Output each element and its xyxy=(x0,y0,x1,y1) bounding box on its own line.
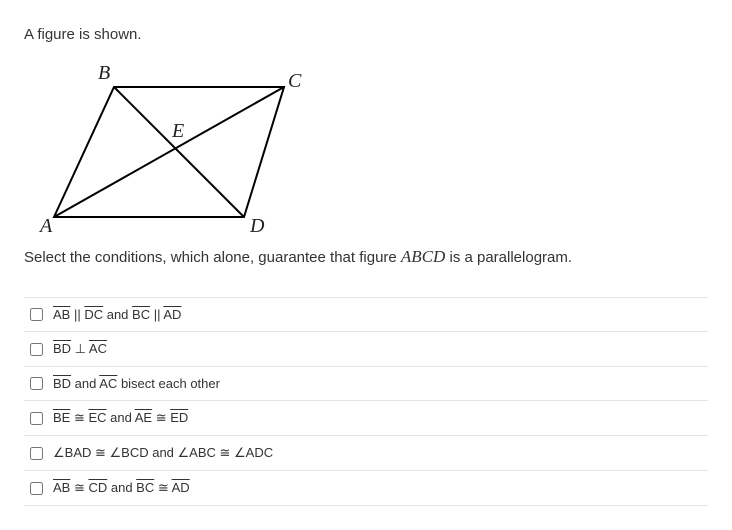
option-checkbox[interactable] xyxy=(30,377,43,390)
parallelogram-svg: A B C D E xyxy=(34,57,304,237)
option-row[interactable]: BD ⊥ AC xyxy=(24,332,708,367)
figure: A B C D E xyxy=(34,57,708,237)
option-checkbox[interactable] xyxy=(30,447,43,460)
option-checkbox[interactable] xyxy=(30,343,43,356)
option-label: AB ≅ CD and BC ≅ AD xyxy=(53,480,190,496)
option-row[interactable]: ∠BAD ≅ ∠BCD and ∠ABC ≅ ∠ADC xyxy=(24,436,708,471)
option-label: BD and AC bisect each other xyxy=(53,376,220,391)
prompt-text: Select the conditions, which alone, guar… xyxy=(24,247,708,267)
label-a: A xyxy=(38,215,53,237)
option-label: AB || DC and BC || AD xyxy=(53,307,181,322)
option-checkbox[interactable] xyxy=(30,412,43,425)
label-d: D xyxy=(249,215,265,237)
option-label: ∠BAD ≅ ∠BCD and ∠ABC ≅ ∠ADC xyxy=(53,445,273,461)
option-row[interactable]: AB ≅ CD and BC ≅ AD xyxy=(24,471,708,506)
label-e: E xyxy=(171,120,184,142)
option-row[interactable]: BE ≅ EC and AE ≅ ED xyxy=(24,401,708,436)
label-b: B xyxy=(98,62,110,84)
prompt-pre: Select the conditions, which alone, guar… xyxy=(24,249,401,266)
option-label: BD ⊥ AC xyxy=(53,341,107,357)
options-list: AB || DC and BC || AD BD ⊥ AC BD and AC bi… xyxy=(24,297,708,506)
prompt-post: is a parallelogram. xyxy=(445,249,572,266)
intro-text: A figure is shown. xyxy=(24,26,708,43)
label-c: C xyxy=(288,70,302,92)
option-label: BE ≅ EC and AE ≅ ED xyxy=(53,410,188,426)
option-row[interactable]: AB || DC and BC || AD xyxy=(24,298,708,332)
option-row[interactable]: BD and AC bisect each other xyxy=(24,367,708,401)
option-checkbox[interactable] xyxy=(30,482,43,495)
option-checkbox[interactable] xyxy=(30,308,43,321)
prompt-abcd: ABCD xyxy=(401,247,445,266)
